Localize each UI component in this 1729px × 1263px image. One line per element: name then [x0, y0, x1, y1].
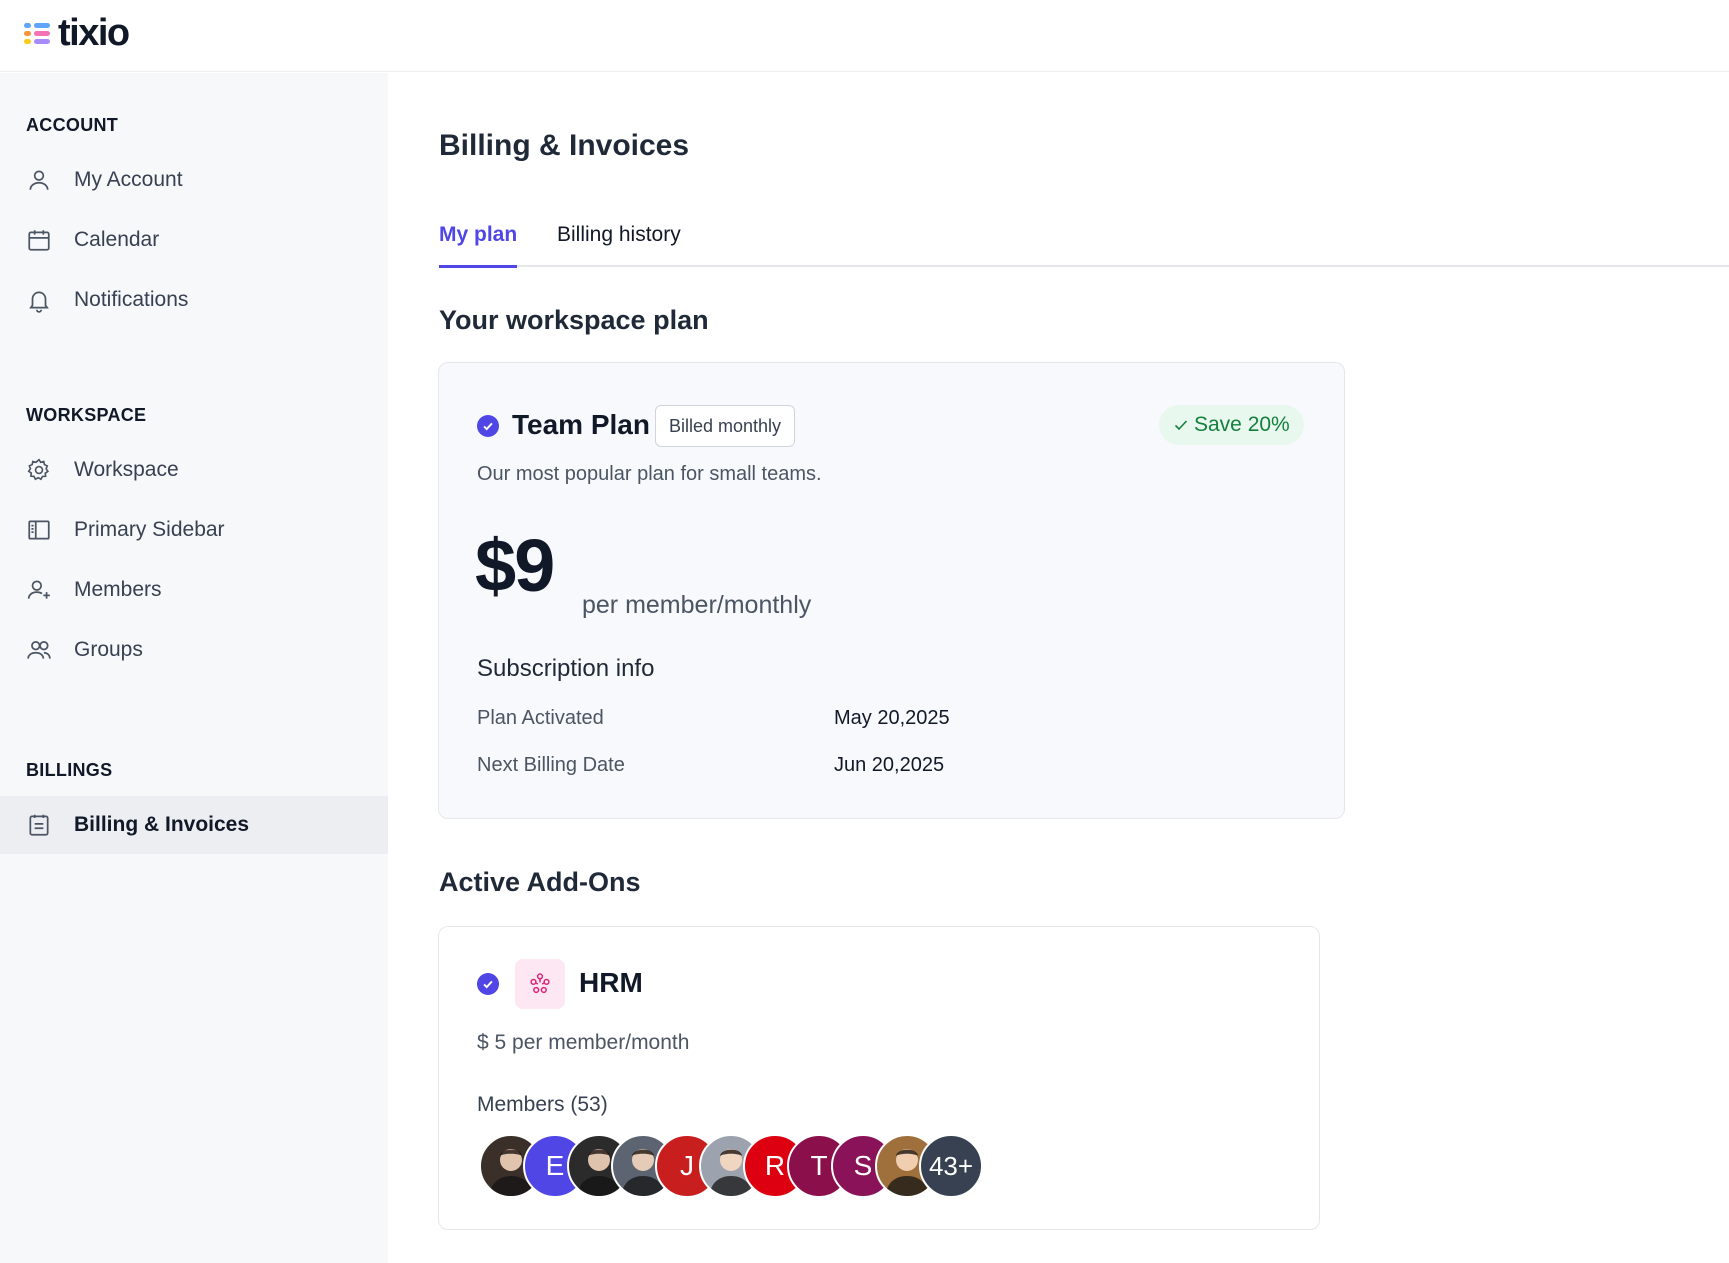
- avatar-text: E: [545, 1150, 565, 1181]
- member-avatar-stack[interactable]: E J R T S 43+: [479, 1134, 1039, 1198]
- calendar-icon: [26, 227, 52, 253]
- addon-name: HRM: [579, 967, 643, 998]
- sidebar-heading-workspace: WORKSPACE: [26, 405, 147, 425]
- plan-description: Our most popular plan for small teams.: [477, 463, 822, 485]
- members-count-label: Members (53): [477, 1093, 608, 1116]
- sidebar-item-members[interactable]: Members: [0, 561, 388, 619]
- plan-card: Team Plan Billed monthly Save 20% Our mo…: [438, 362, 1345, 819]
- top-bar: tixio: [0, 0, 1729, 72]
- sidebar-item-label: Primary Sidebar: [74, 518, 225, 541]
- billing-cycle-badge: Billed monthly: [655, 405, 796, 447]
- more-members-badge[interactable]: 43+: [919, 1134, 983, 1198]
- avatar-text: J: [680, 1150, 694, 1181]
- gear-icon: [26, 457, 52, 483]
- avatar-text: 43+: [928, 1150, 974, 1181]
- check-circle-icon: [477, 973, 499, 995]
- sidebar-item-label: Calendar: [74, 228, 160, 251]
- user-icon: [26, 167, 52, 193]
- sidebar-item-label: Workspace: [74, 458, 179, 481]
- settings-sidebar: ACCOUNT My Account Calendar Notification…: [0, 73, 388, 1263]
- sidebar-heading-account: ACCOUNT: [26, 115, 119, 135]
- checkmark-icon: [1174, 420, 1188, 431]
- next-billing-label: Next Billing Date: [477, 754, 625, 776]
- sidebar-item-my-account[interactable]: My Account: [0, 151, 388, 209]
- user-plus-icon: [26, 577, 52, 603]
- plan-activated-label: Plan Activated: [477, 707, 604, 729]
- hrm-people-icon: [515, 959, 565, 1009]
- sidebar-item-label: Billing & Invoices: [74, 813, 250, 836]
- tab-my-plan[interactable]: My plan: [439, 223, 518, 268]
- avatar-text: R: [764, 1150, 786, 1181]
- brand-name: tixio: [58, 12, 130, 54]
- plan-price: $9: [475, 524, 555, 607]
- plan-activated-value: May 20,2025: [834, 707, 950, 729]
- addon-card-hrm: HRM $ 5 per member/month Members (53) E J…: [438, 926, 1320, 1230]
- save-badge: Save 20%: [1159, 405, 1304, 445]
- logo-mark-icon: [24, 18, 54, 48]
- tab-bar: My plan Billing history: [439, 223, 1729, 268]
- sidebar-item-label: My Account: [74, 168, 183, 191]
- tixio-logo[interactable]: tixio: [24, 12, 130, 54]
- plan-name: Team Plan: [512, 409, 650, 440]
- workspace-plan-heading: Your workspace plan: [439, 305, 709, 335]
- next-billing-value: Jun 20,2025: [834, 754, 945, 776]
- active-addons-heading: Active Add-Ons: [439, 867, 641, 897]
- sidebar-item-primary-sidebar[interactable]: Primary Sidebar: [0, 501, 388, 559]
- sidebar-item-label: Groups: [74, 638, 143, 661]
- price-unit: per member/monthly: [582, 591, 812, 619]
- invoice-icon: [26, 812, 52, 838]
- check-circle-icon: [477, 415, 499, 437]
- users-icon: [26, 637, 52, 663]
- sidebar-item-groups[interactable]: Groups: [0, 621, 388, 679]
- sidebar-item-workspace[interactable]: Workspace: [0, 441, 388, 499]
- tab-billing-history[interactable]: Billing history: [557, 223, 681, 267]
- sidebar-item-billing-invoices[interactable]: Billing & Invoices: [0, 796, 388, 854]
- avatar-text: T: [810, 1150, 828, 1181]
- save-badge-label: Save 20%: [1194, 413, 1290, 436]
- avatar-text: S: [853, 1150, 873, 1181]
- bell-icon: [26, 287, 52, 313]
- sidebar-item-label: Notifications: [74, 288, 189, 311]
- subscription-info-heading: Subscription info: [477, 655, 655, 682]
- sidebar-item-notifications[interactable]: Notifications: [0, 271, 388, 329]
- addon-price: $ 5 per member/month: [477, 1031, 690, 1054]
- sidebar-item-calendar[interactable]: Calendar: [0, 211, 388, 269]
- sidebar-heading-billings: BILLINGS: [26, 760, 113, 780]
- sidebar-item-label: Members: [74, 578, 162, 601]
- main-content: Billing & Invoices My plan Billing histo…: [388, 73, 1729, 1263]
- page-title: Billing & Invoices: [439, 129, 690, 162]
- sidebar-icon: [26, 517, 52, 543]
